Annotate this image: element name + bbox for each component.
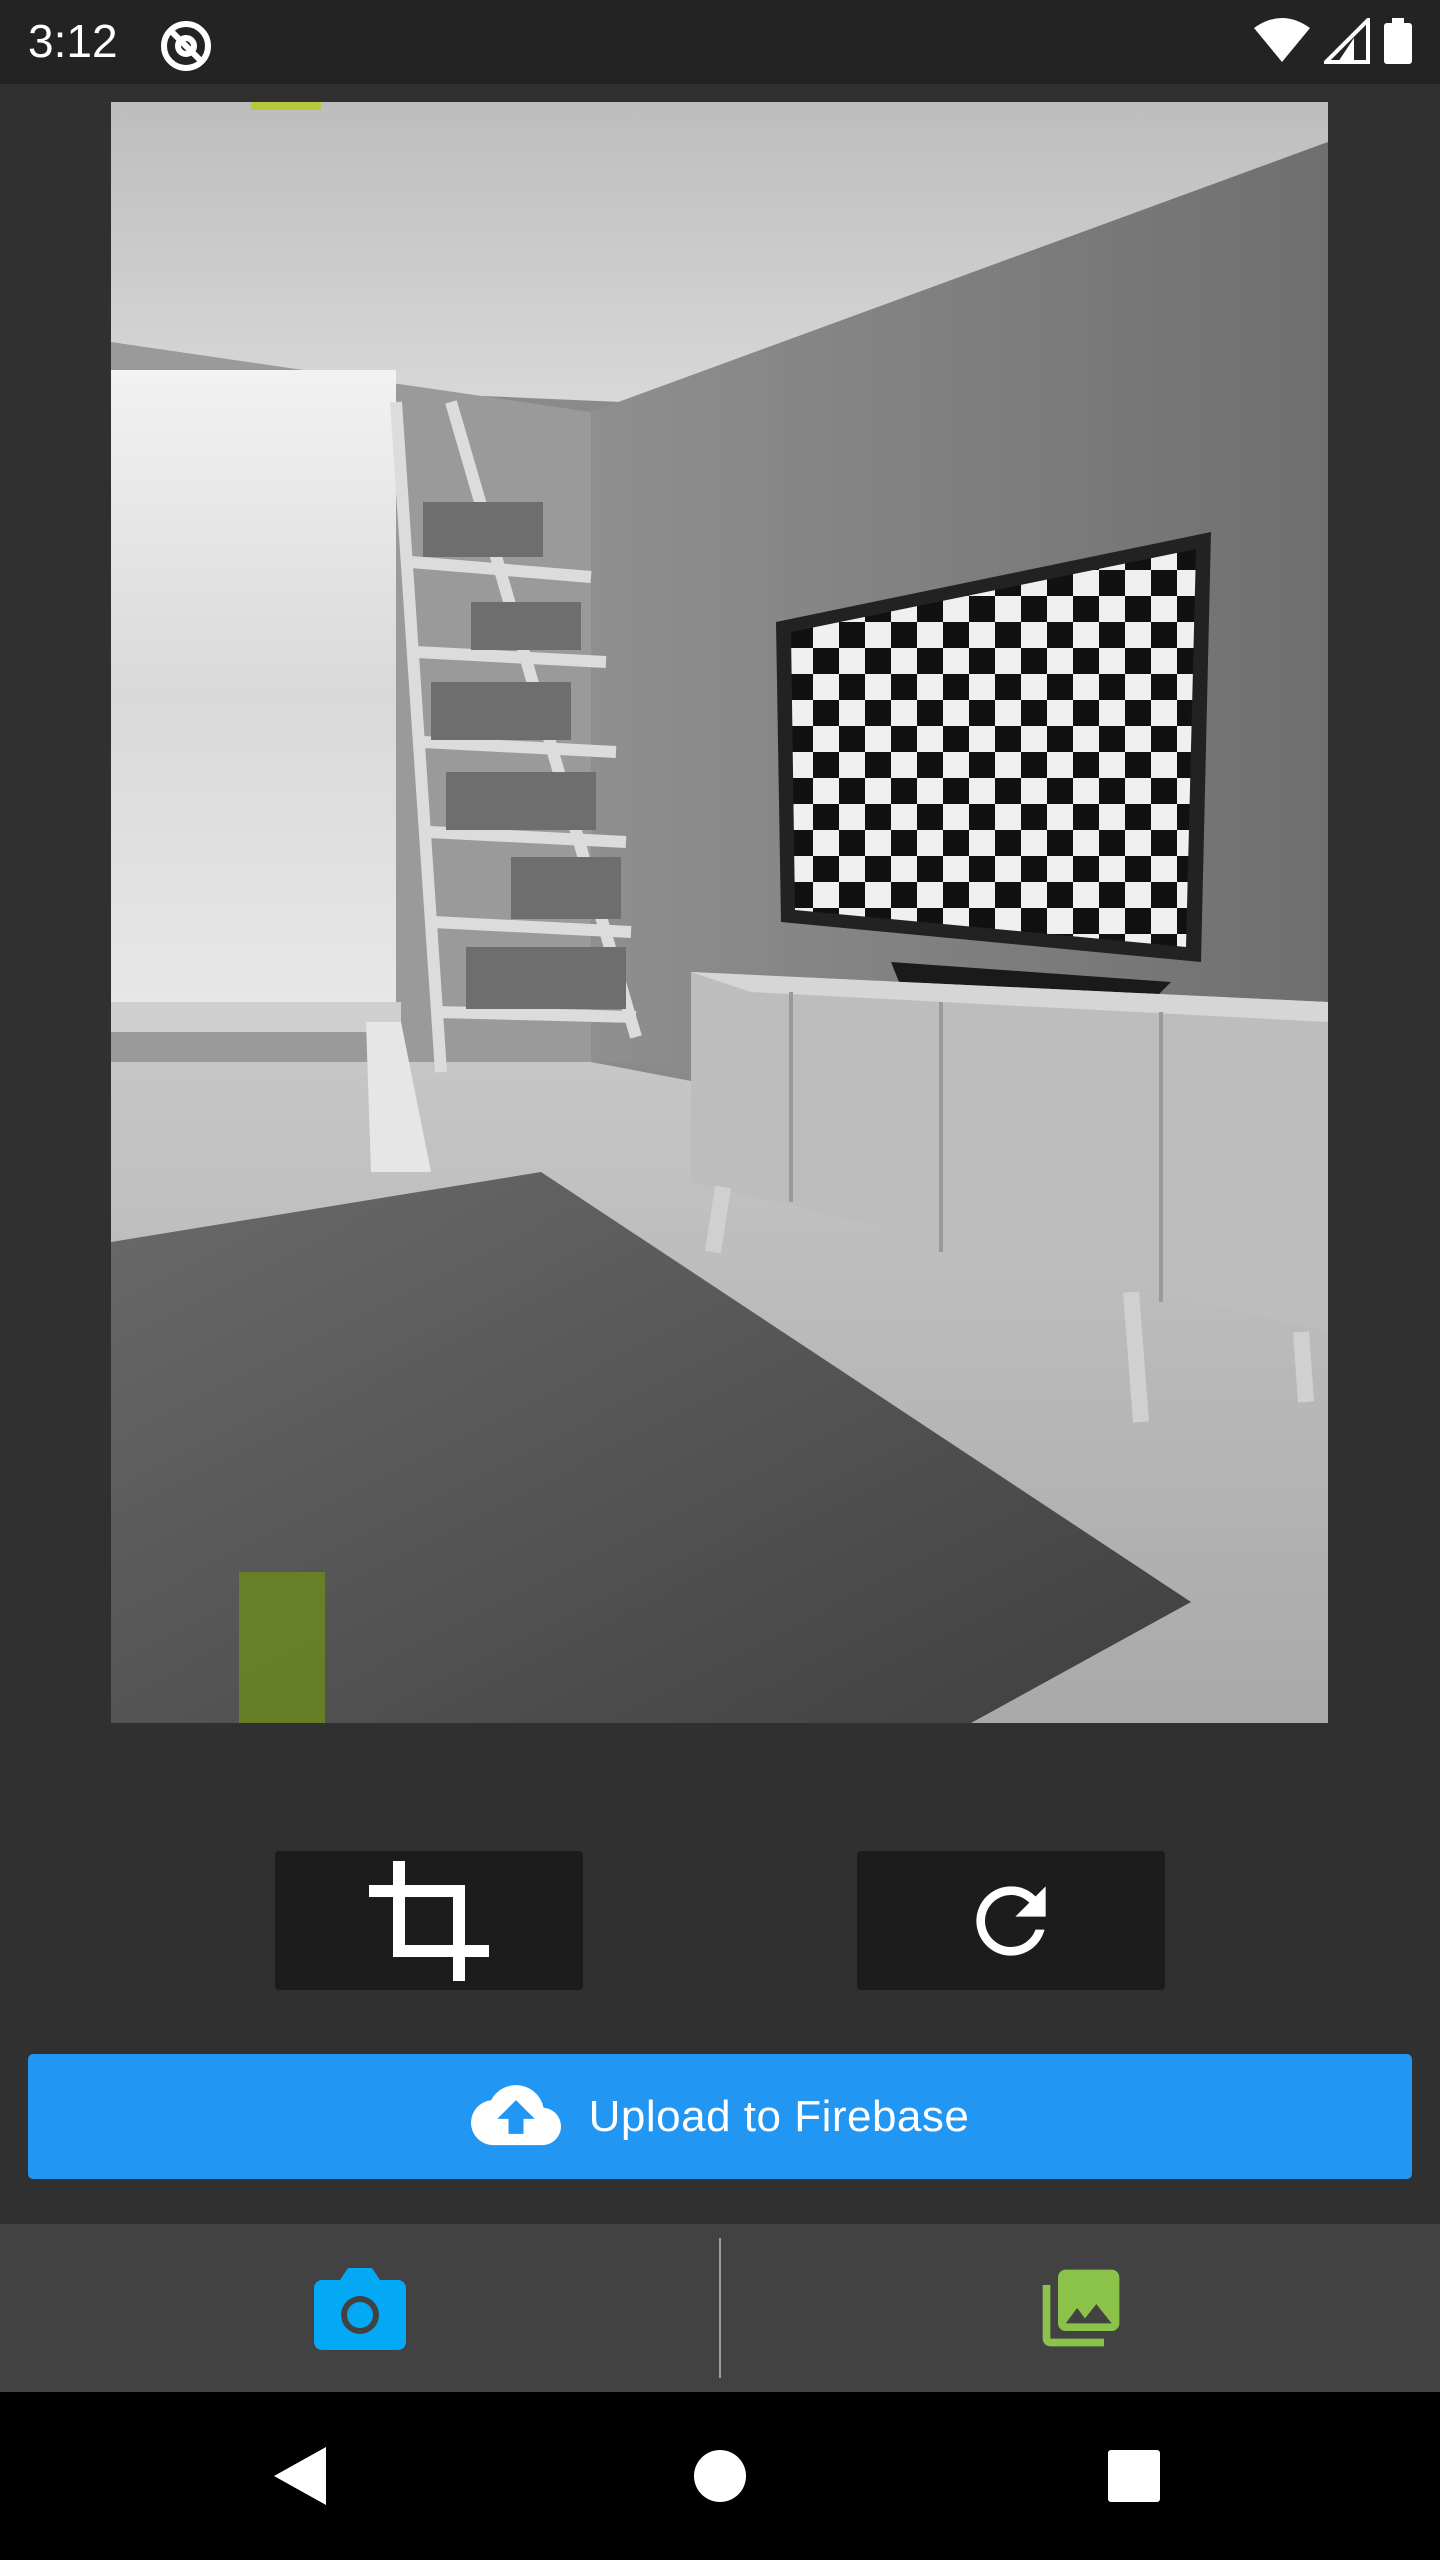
camera-button[interactable] <box>0 2224 719 2392</box>
photo-library-icon <box>1042 2269 1119 2347</box>
wifi-icon <box>1254 18 1310 62</box>
status-bar: 3:12 <box>0 0 1440 84</box>
crop-icon <box>369 1860 489 1981</box>
rotate-icon <box>976 1885 1046 1956</box>
camera-icon <box>313 2268 406 2350</box>
home-icon <box>694 2450 746 2502</box>
system-nav-bar <box>0 2392 1440 2560</box>
recents-button[interactable] <box>1054 2392 1214 2560</box>
upload-to-firebase-button[interactable]: Upload to Firebase <box>28 2054 1412 2179</box>
back-button[interactable] <box>220 2392 380 2560</box>
gallery-button[interactable] <box>721 2224 1440 2392</box>
image-source-bar <box>0 2224 1440 2392</box>
room-photo <box>111 102 1328 1723</box>
back-icon <box>274 2447 326 2505</box>
app-notification-icon <box>161 21 211 71</box>
photo-preview <box>111 102 1328 1723</box>
battery-icon <box>1384 18 1412 64</box>
rotate-button[interactable] <box>857 1851 1165 1990</box>
crop-button[interactable] <box>275 1851 583 1990</box>
home-button[interactable] <box>640 2392 800 2560</box>
upload-button-label: Upload to Firebase <box>588 2091 970 2141</box>
cloud-upload-icon <box>470 2084 561 2145</box>
status-time: 3:12 <box>28 15 118 67</box>
cell-signal-icon <box>1324 18 1370 64</box>
recents-icon <box>1108 2450 1160 2502</box>
